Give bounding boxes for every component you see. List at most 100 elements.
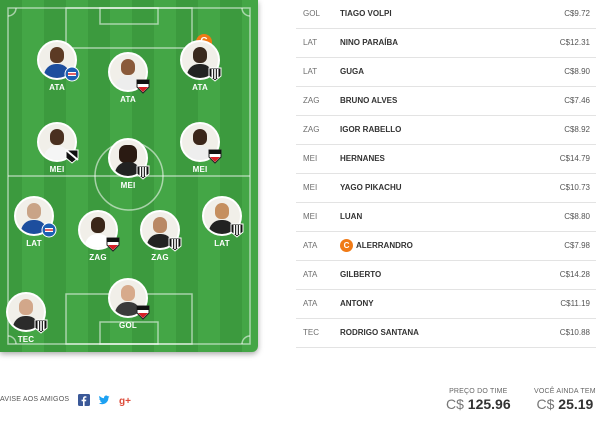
row-position: LAT bbox=[303, 67, 318, 76]
row-price: C$8.80 bbox=[564, 212, 590, 221]
player-position: ZAG bbox=[89, 253, 107, 262]
atletico-mg-crest-icon bbox=[208, 67, 222, 82]
row-price: C$7.98 bbox=[564, 241, 590, 250]
team-price-number: 125.96 bbox=[467, 396, 511, 412]
vasco-crest-icon bbox=[65, 149, 79, 164]
svg-text:g+: g+ bbox=[119, 396, 131, 406]
twitter-icon[interactable] bbox=[98, 394, 110, 406]
row-price: C$12.31 bbox=[559, 38, 590, 47]
lineup-screen: ATA ATA C ATA MEI bbox=[0, 0, 600, 424]
sao-paulo-crest-icon bbox=[136, 305, 150, 320]
row-price: C$11.19 bbox=[560, 299, 590, 308]
row-price: C$14.28 bbox=[559, 270, 590, 279]
atletico-mg-crest-icon bbox=[230, 223, 244, 238]
row-player-name: IGOR RABELLO bbox=[340, 125, 402, 134]
row-position: MEI bbox=[303, 183, 318, 192]
list-item[interactable]: ATA ANTONY C$11.19 bbox=[296, 290, 596, 319]
row-price: C$8.92 bbox=[564, 125, 590, 134]
team-price-value: C$ 125.96 bbox=[446, 396, 511, 412]
player-mei-3[interactable]: MEI bbox=[170, 122, 230, 174]
player-position: MEI bbox=[49, 165, 65, 174]
bahia-crest-icon bbox=[41, 222, 57, 238]
list-item[interactable]: ATA GILBERTO C$14.28 bbox=[296, 261, 596, 290]
bahia-crest-icon bbox=[64, 66, 80, 82]
player-position: ATA bbox=[192, 83, 208, 92]
atletico-mg-crest-icon bbox=[168, 237, 182, 252]
currency-label: C$ bbox=[446, 396, 464, 412]
atletico-mg-crest-icon bbox=[34, 319, 48, 334]
list-item[interactable]: LAT NINO PARAÍBA C$12.31 bbox=[296, 29, 596, 58]
player-mei-2[interactable]: MEI bbox=[98, 138, 158, 190]
remaining-value: C$ 25.19 bbox=[534, 396, 596, 412]
row-player-name: GILBERTO bbox=[340, 270, 382, 279]
player-ata-1[interactable]: ATA bbox=[27, 40, 87, 92]
atletico-mg-crest-icon bbox=[136, 165, 150, 180]
player-zag-1[interactable]: ZAG bbox=[68, 210, 128, 262]
row-position: ZAG bbox=[303, 96, 320, 105]
sao-paulo-crest-icon bbox=[208, 149, 222, 164]
player-position: MEI bbox=[120, 181, 136, 190]
player-position: GOL bbox=[119, 321, 137, 330]
row-player-name: HERNANES bbox=[340, 154, 385, 163]
share-label: AVISE AOS AMIGOS bbox=[0, 396, 70, 403]
remaining-number: 25.19 bbox=[558, 396, 594, 412]
row-price: C$10.73 bbox=[559, 183, 590, 192]
row-player-name: YAGO PIKACHU bbox=[340, 183, 402, 192]
google-plus-icon[interactable]: g+ bbox=[119, 394, 131, 406]
player-position: TEC bbox=[17, 335, 35, 344]
row-price: C$9.72 bbox=[564, 9, 590, 18]
player-position: LAT bbox=[26, 239, 42, 248]
row-position: GOL bbox=[303, 9, 320, 18]
team-price-label: PREÇO DO TIME bbox=[449, 388, 508, 395]
player-zag-2[interactable]: ZAG bbox=[130, 210, 190, 262]
player-position: ATA bbox=[49, 83, 65, 92]
row-player-name: ALERRANDRO bbox=[356, 241, 413, 250]
list-item[interactable]: ZAG IGOR RABELLO C$8.92 bbox=[296, 116, 596, 145]
row-position: MEI bbox=[303, 212, 318, 221]
player-ata-2[interactable]: ATA bbox=[98, 52, 158, 104]
list-item[interactable]: GOL TIAGO VOLPI C$9.72 bbox=[296, 0, 596, 29]
player-ata-3[interactable]: C ATA bbox=[170, 34, 230, 92]
row-price: C$10.88 bbox=[559, 328, 590, 337]
row-price: C$8.90 bbox=[564, 67, 590, 76]
soccer-field: ATA ATA C ATA MEI bbox=[0, 0, 258, 352]
row-price: C$7.46 bbox=[564, 96, 590, 105]
player-position: ZAG bbox=[151, 253, 169, 262]
row-position: ATA bbox=[303, 241, 318, 250]
player-position: MEI bbox=[192, 165, 208, 174]
row-player-name: BRUNO ALVES bbox=[340, 96, 398, 105]
sao-paulo-crest-icon bbox=[106, 237, 120, 252]
list-item[interactable]: TEC RODRIGO SANTANA C$10.88 bbox=[296, 319, 596, 348]
facebook-icon[interactable] bbox=[78, 394, 90, 406]
row-player-name: LUAN bbox=[340, 212, 363, 221]
row-position: ATA bbox=[303, 270, 318, 279]
row-position: ATA bbox=[303, 299, 318, 308]
list-item[interactable]: MEI LUAN C$8.80 bbox=[296, 203, 596, 232]
list-item[interactable]: ATA C ALERRANDRO C$7.98 bbox=[296, 232, 596, 261]
row-price: C$14.79 bbox=[559, 154, 590, 163]
row-player-name: GUGA bbox=[340, 67, 364, 76]
remaining-budget: VOCÊ AINDA TEM C$ 25.19 bbox=[534, 388, 596, 412]
row-player-name: TIAGO VOLPI bbox=[340, 9, 392, 18]
sao-paulo-crest-icon bbox=[136, 79, 150, 94]
remaining-label: VOCÊ AINDA TEM bbox=[534, 388, 596, 395]
player-mei-1[interactable]: MEI bbox=[27, 122, 87, 174]
player-position: ATA bbox=[120, 95, 136, 104]
row-position: TEC bbox=[303, 328, 319, 337]
player-tec[interactable]: TEC bbox=[0, 292, 56, 344]
list-item[interactable]: MEI YAGO PIKACHU C$10.73 bbox=[296, 174, 596, 203]
player-lat-2[interactable]: LAT bbox=[192, 196, 252, 248]
list-item[interactable]: LAT GUGA C$8.90 bbox=[296, 58, 596, 87]
list-item[interactable]: MEI HERNANES C$14.79 bbox=[296, 145, 596, 174]
row-position: MEI bbox=[303, 154, 318, 163]
captain-icon: C bbox=[340, 239, 353, 252]
row-player-name: RODRIGO SANTANA bbox=[340, 328, 419, 337]
team-price: PREÇO DO TIME C$ 125.96 bbox=[446, 388, 511, 412]
row-position: LAT bbox=[303, 38, 318, 47]
list-item[interactable]: ZAG BRUNO ALVES C$7.46 bbox=[296, 87, 596, 116]
player-lat-1[interactable]: LAT bbox=[4, 196, 64, 248]
currency-label: C$ bbox=[536, 396, 555, 412]
player-gol[interactable]: GOL bbox=[98, 278, 158, 330]
lineup-list: GOL TIAGO VOLPI C$9.72 LAT NINO PARAÍBA … bbox=[296, 0, 596, 348]
row-player-name: NINO PARAÍBA bbox=[340, 38, 399, 47]
